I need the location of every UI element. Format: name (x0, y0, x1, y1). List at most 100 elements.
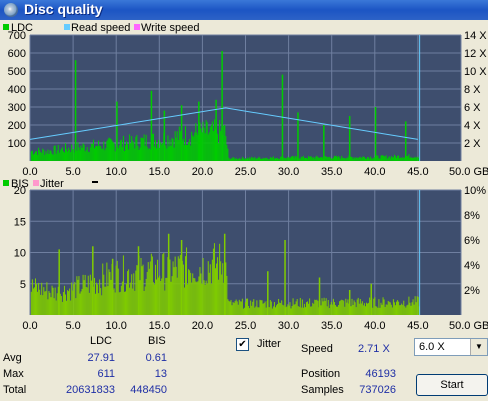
data-bar (342, 300, 344, 315)
data-bar (159, 147, 161, 161)
data-bar (184, 126, 186, 161)
data-bar (220, 261, 222, 315)
data-bar (98, 140, 100, 161)
y-tick-label: 700 (8, 30, 26, 42)
data-bar (240, 301, 242, 315)
data-bar (269, 299, 271, 315)
data-bar (283, 305, 285, 315)
data-bar (52, 287, 54, 315)
data-bar (82, 143, 84, 161)
y-tick-label: 300 (8, 102, 26, 114)
y-right-tick-label: 10% (464, 185, 486, 197)
data-bar (213, 243, 215, 315)
data-bar (146, 146, 148, 161)
write-speed-legend-label: Write speed (141, 22, 200, 34)
data-bar (82, 274, 84, 315)
spike-bar (374, 107, 377, 161)
data-bar (310, 156, 312, 161)
data-bar (111, 140, 113, 161)
data-bar (140, 137, 142, 161)
data-bar (202, 257, 204, 315)
data-bar (391, 157, 393, 161)
data-bar (375, 306, 377, 315)
data-bar (373, 298, 375, 315)
data-bar (354, 302, 356, 315)
data-bar (295, 156, 297, 161)
data-bar (47, 299, 49, 315)
data-bar (249, 308, 251, 315)
data-bar (274, 307, 276, 315)
data-bar (372, 307, 374, 315)
data-bar (320, 305, 322, 315)
start-button[interactable]: Start (416, 374, 488, 396)
data-bar (378, 299, 380, 315)
data-bar (54, 145, 56, 161)
data-bar (325, 156, 327, 161)
data-bar (110, 279, 112, 315)
data-bar (76, 276, 78, 315)
y-right-tick-label: 12 X (464, 48, 487, 60)
data-bar (38, 282, 40, 315)
data-bar (383, 299, 385, 315)
spike-bar (92, 246, 94, 315)
data-bar (47, 149, 49, 161)
data-bar (288, 305, 290, 315)
spike-bar (221, 51, 223, 161)
data-bar (107, 286, 109, 315)
data-bar (235, 299, 237, 315)
jitter-checkbox[interactable]: ✔ (236, 338, 249, 351)
chevron-down-icon[interactable]: ▼ (470, 339, 487, 355)
data-bar (269, 156, 271, 161)
stats-header-bis: BIS (148, 335, 166, 347)
x-tick-label: 25.0 (235, 320, 256, 332)
spike-bar (370, 283, 372, 315)
data-bar (77, 279, 79, 315)
data-bar (225, 262, 227, 315)
data-bar (255, 306, 257, 315)
data-bar (242, 158, 244, 161)
data-bar (129, 134, 131, 161)
speed-select[interactable]: 6.0 X ▼ (414, 338, 488, 356)
data-bar (384, 306, 386, 315)
data-bar (317, 300, 319, 315)
data-bar (170, 281, 172, 315)
data-bar (407, 156, 409, 161)
x-tick-label: 30.0 (278, 166, 299, 178)
data-bar (270, 301, 272, 315)
title-bar[interactable]: Disc quality (0, 0, 488, 20)
data-bar (254, 156, 256, 161)
data-bar (271, 308, 273, 315)
data-bar (207, 261, 209, 315)
data-bar (304, 307, 306, 315)
data-bar (64, 294, 66, 315)
data-bar (368, 302, 370, 315)
data-bar (194, 132, 196, 161)
max-label: Max (3, 368, 24, 380)
data-bar (184, 256, 186, 315)
data-bar (70, 151, 72, 161)
data-bar (381, 304, 383, 315)
data-bar (258, 307, 260, 315)
data-bar (98, 293, 100, 315)
data-bar (257, 158, 259, 161)
data-bar (256, 158, 258, 161)
data-bar (237, 304, 239, 315)
data-bar (153, 146, 155, 161)
data-bar (207, 134, 209, 161)
data-bar (307, 158, 309, 161)
data-bar (347, 299, 349, 315)
data-bar (325, 298, 327, 315)
data-bar (380, 155, 382, 161)
data-bar (400, 305, 402, 315)
data-bar (59, 150, 61, 161)
data-bar (79, 293, 81, 315)
data-bar (106, 140, 108, 161)
spike-bar (223, 233, 226, 315)
x-tick-label: 15.0 (149, 320, 170, 332)
data-bar (324, 156, 326, 161)
data-bar (260, 300, 262, 315)
data-bar (246, 298, 248, 315)
data-bar (416, 296, 418, 315)
data-bar (91, 143, 93, 161)
data-bar (299, 158, 301, 161)
